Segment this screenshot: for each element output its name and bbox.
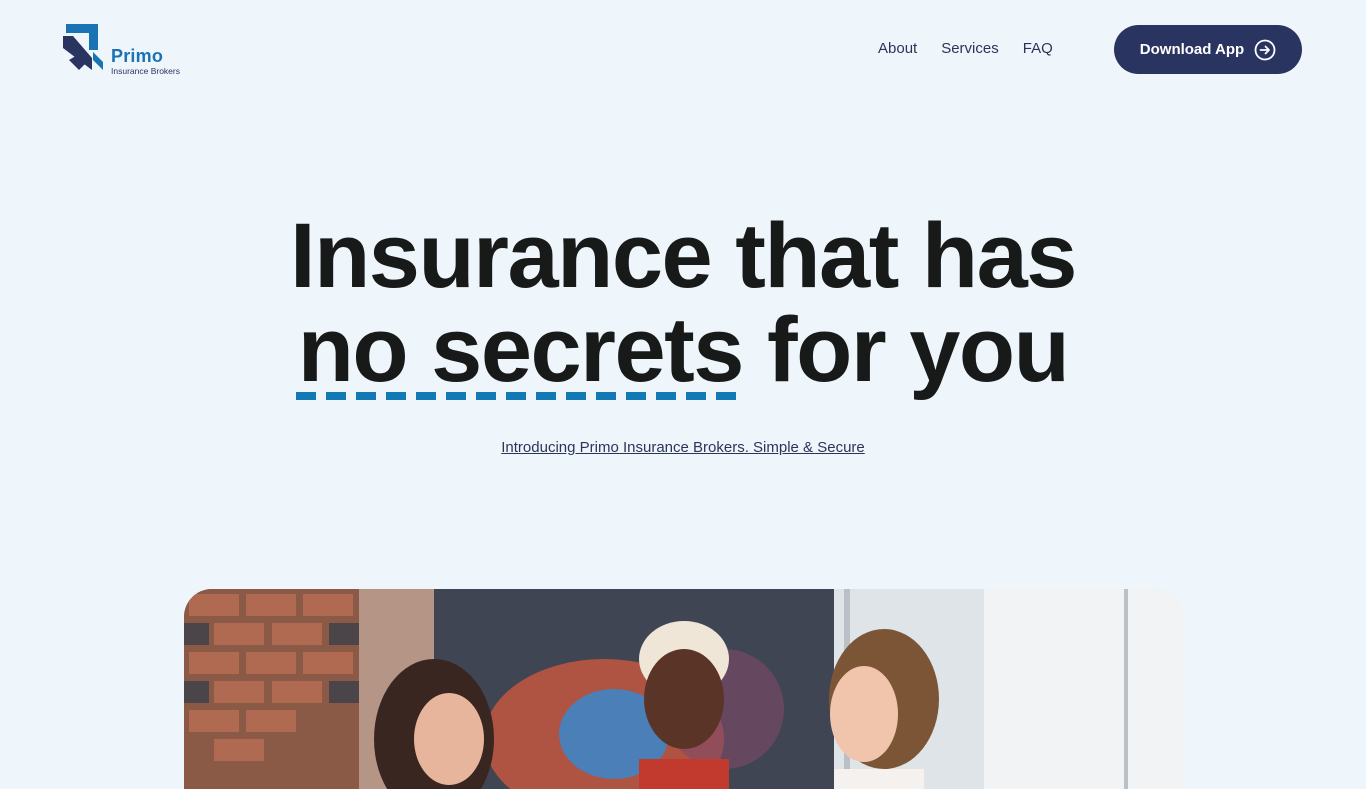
nav-link-about[interactable]: About [878, 39, 917, 59]
tagline-link[interactable]: Introducing Primo Insurance Brokers. Sim… [501, 439, 865, 456]
primo-logo-icon [63, 24, 103, 70]
nav-link-services[interactable]: Services [941, 39, 999, 59]
brand-name: Primo [111, 46, 164, 66]
hero-heading-line1: Insurance that has [290, 205, 1077, 307]
hero-heading-line2: no secrets for you [0, 300, 1366, 400]
hero-tagline: Introducing Primo Insurance Brokers. Sim… [0, 439, 1366, 457]
nav-link-faq[interactable]: FAQ [1023, 39, 1053, 59]
brand-subtitle: Insurance Brokers [111, 66, 180, 76]
people-photo-illustration [184, 589, 1183, 789]
download-app-button[interactable]: Download App [1114, 25, 1302, 74]
hero-photo [184, 589, 1183, 789]
arrow-right-circle-icon [1254, 39, 1276, 60]
brand-logo[interactable]: Primo Insurance Brokers [63, 24, 208, 76]
download-app-label: Download App [1139, 41, 1245, 58]
main-nav: About Services FAQ [878, 39, 1053, 59]
hero-heading-rest: for you [767, 299, 1070, 401]
hero-heading-accent: no secrets [295, 299, 746, 401]
